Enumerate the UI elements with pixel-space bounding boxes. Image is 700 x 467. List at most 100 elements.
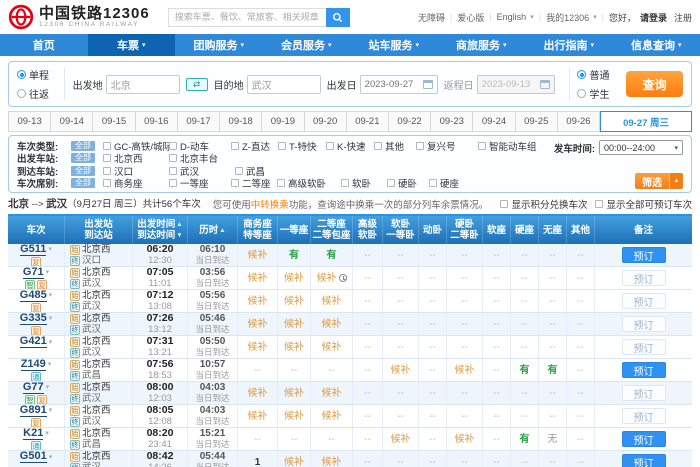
date-tab[interactable]: 09-17	[178, 111, 220, 132]
filter-checkbox[interactable]	[169, 179, 177, 187]
train-number-link[interactable]: K21	[23, 428, 43, 440]
select-all-button[interactable]: 全部	[71, 178, 95, 188]
date-tab[interactable]: 09-25	[516, 111, 558, 132]
filter-checkbox[interactable]	[169, 167, 177, 175]
filter-option[interactable]: K-快速	[326, 139, 374, 153]
select-all-button[interactable]: 全部	[71, 141, 95, 151]
nav-item-group-service[interactable]: 团购服务▾	[175, 34, 263, 56]
filter-option[interactable]: 智能动车组	[478, 139, 558, 153]
trip-radio-oneway[interactable]: 单程	[17, 67, 56, 82]
filter-checkbox[interactable]	[374, 142, 382, 150]
link-english[interactable]: English	[497, 12, 527, 22]
passenger-radio-normal[interactable]: 普通	[577, 67, 616, 82]
filter-option[interactable]: 其他	[374, 139, 416, 153]
train-number-link[interactable]: G485	[20, 290, 47, 302]
date-tab[interactable]: 09-19	[262, 111, 304, 132]
train-number-link[interactable]: G511	[20, 244, 46, 256]
filter-checkbox[interactable]	[103, 142, 111, 150]
app-logo[interactable]: 中国铁路12306 12306 CHINA RAILWAY	[8, 4, 150, 30]
expand-caret-icon[interactable]: ▾	[49, 337, 53, 348]
filter-option[interactable]: 商务座	[103, 176, 169, 190]
filter-checkbox[interactable]	[277, 179, 285, 187]
expand-caret-icon[interactable]: ▾	[49, 405, 53, 416]
filter-checkbox[interactable]	[416, 142, 424, 150]
expand-caret-icon[interactable]: ▾	[49, 290, 53, 301]
book-button[interactable]: 预订	[622, 385, 666, 401]
login-link[interactable]: 请登录	[640, 11, 667, 24]
filter-checkbox[interactable]	[429, 179, 437, 187]
filter-option[interactable]: 硬卧	[387, 176, 429, 190]
book-button[interactable]: 预订	[622, 247, 666, 263]
depart-time-select[interactable]: 00:00--24:00 ▾	[599, 140, 683, 155]
trip-radio-roundtrip[interactable]: 往返	[17, 86, 56, 101]
filter-checkbox[interactable]	[103, 167, 111, 175]
from-input[interactable]	[106, 75, 180, 94]
column-header[interactable]: 历时▲	[187, 216, 237, 244]
filter-option[interactable]: T-特快	[278, 139, 326, 153]
book-button[interactable]: 预订	[622, 339, 666, 355]
filter-option[interactable]: 软卧	[341, 176, 387, 190]
filter-checkbox[interactable]	[278, 142, 286, 150]
nav-item-travel-guide[interactable]: 出行指南▾	[525, 34, 613, 56]
date-tab[interactable]: 09-21	[347, 111, 389, 132]
filter-option[interactable]: 复兴号	[416, 139, 478, 153]
date-tab[interactable]: 09-15	[93, 111, 135, 132]
train-number-link[interactable]: G77	[23, 382, 44, 394]
transfer-link[interactable]: 中转换乘	[251, 200, 289, 211]
date-tab[interactable]: 09-26	[558, 111, 600, 132]
book-button[interactable]: 预订	[622, 362, 666, 378]
filter-checkbox[interactable]	[169, 142, 177, 150]
date-tab[interactable]: 09-22	[389, 111, 431, 132]
date-tab[interactable]: 09-23	[431, 111, 473, 132]
nav-item-member-service[interactable]: 会员服务▾	[263, 34, 351, 56]
expand-caret-icon[interactable]: ▾	[49, 452, 53, 463]
filter-checkbox[interactable]	[341, 179, 349, 187]
book-button[interactable]: 预订	[622, 454, 666, 467]
filter-checkbox[interactable]	[169, 154, 177, 162]
checkbox-show-all-bookable[interactable]: 显示全部可预订车次	[595, 197, 692, 211]
swap-stations-button[interactable]: ⇄	[186, 78, 208, 91]
filter-button[interactable]: 筛选 ▲	[635, 173, 683, 189]
checkbox-show-points[interactable]: 显示积分兑换车次	[500, 197, 587, 211]
site-search-input[interactable]	[168, 8, 326, 27]
sort-arrow-icon[interactable]: ▼	[176, 230, 182, 241]
select-all-button[interactable]: 全部	[71, 153, 95, 163]
book-button[interactable]: 预订	[622, 293, 666, 309]
link-accessibility[interactable]: 无障碍	[418, 11, 445, 24]
date-tab[interactable]: 09-13	[8, 111, 51, 132]
filter-checkbox[interactable]	[326, 142, 334, 150]
filter-checkbox[interactable]	[103, 154, 111, 162]
sort-arrow-icon[interactable]: ▲	[176, 219, 182, 230]
query-button[interactable]: 查询	[626, 71, 683, 97]
filter-checkbox[interactable]	[103, 179, 111, 187]
link-my12306[interactable]: 我的12306	[546, 11, 589, 24]
filter-checkbox[interactable]	[478, 142, 486, 150]
train-number-link[interactable]: G421	[20, 336, 47, 348]
link-care-version[interactable]: 爱心版	[457, 11, 484, 24]
filter-checkbox[interactable]	[231, 179, 239, 187]
column-header[interactable]: 出发时间▲到达时间▼	[132, 216, 187, 244]
expand-caret-icon[interactable]: ▾	[48, 244, 52, 255]
train-number-link[interactable]: G71	[23, 267, 44, 279]
expand-caret-icon[interactable]: ▾	[45, 428, 49, 439]
select-all-button[interactable]: 全部	[71, 166, 95, 176]
date-tab[interactable]: 09-14	[51, 111, 93, 132]
date-tab[interactable]: 09-18	[220, 111, 262, 132]
sort-arrow-icon[interactable]: ▲	[219, 225, 225, 236]
book-button[interactable]: 预订	[622, 316, 666, 332]
filter-option[interactable]: 二等座	[231, 176, 277, 190]
filter-checkbox[interactable]	[231, 142, 239, 150]
nav-item-home[interactable]: 首页	[0, 34, 88, 56]
search-button[interactable]	[326, 8, 350, 27]
filter-option[interactable]: 一等座	[169, 176, 231, 190]
nav-item-info-query[interactable]: 信息查询▾	[613, 34, 700, 56]
date-tab[interactable]: 09-20	[305, 111, 347, 132]
to-input[interactable]	[247, 75, 321, 94]
expand-caret-icon[interactable]: ▾	[48, 359, 52, 370]
train-number-link[interactable]: G891	[20, 405, 47, 417]
filter-option[interactable]: 高级软卧	[277, 176, 341, 190]
nav-item-business-service[interactable]: 商旅服务▾	[438, 34, 526, 56]
book-button[interactable]: 预订	[622, 408, 666, 424]
nav-item-tickets[interactable]: 车票▾	[88, 34, 176, 56]
filter-option[interactable]: Z-直达	[231, 139, 278, 153]
